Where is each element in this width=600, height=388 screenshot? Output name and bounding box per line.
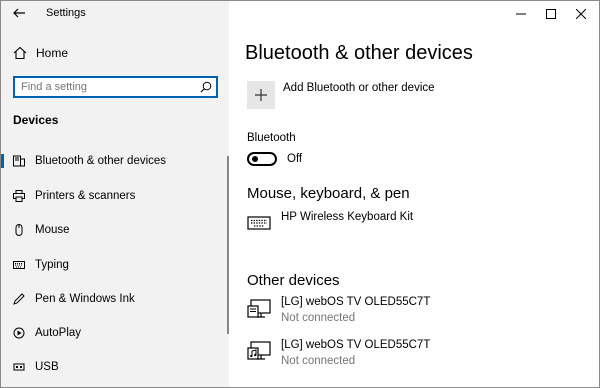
bluetooth-state: Off [287, 153, 303, 165]
keyboard-icon [247, 216, 271, 230]
sidebar-item-label: AutoPlay [35, 327, 82, 339]
maximize-icon [546, 9, 556, 19]
search-placeholder: Find a setting [21, 81, 88, 93]
other-devices-heading: Other devices [247, 272, 340, 289]
autoplay-icon [13, 327, 25, 339]
bluetooth-devices-icon [13, 155, 25, 167]
minimize-button[interactable] [506, 1, 536, 27]
toggle-knob [252, 156, 258, 162]
device-status: Not connected [281, 355, 356, 367]
settings-window: Settings Home Find a setting Devices Blu… [0, 0, 600, 388]
home-nav[interactable]: Home [13, 45, 68, 61]
bluetooth-label: Bluetooth [247, 132, 296, 144]
home-label: Home [36, 46, 69, 60]
printer-icon [13, 190, 25, 202]
pen-icon [13, 293, 25, 305]
minimize-icon [516, 13, 526, 15]
usb-icon [13, 361, 25, 373]
add-device-label[interactable]: Add Bluetooth or other device [283, 82, 435, 94]
device-name[interactable]: HP Wireless Keyboard Kit [281, 211, 413, 223]
search-icon[interactable] [200, 81, 212, 93]
maximize-button[interactable] [536, 1, 566, 27]
plus-icon [255, 89, 267, 101]
keyboard-icon [13, 259, 25, 271]
close-button[interactable] [566, 1, 596, 27]
tv-display-icon [247, 299, 271, 318]
window-title: Settings [46, 7, 86, 19]
search-input[interactable]: Find a setting [13, 76, 218, 98]
sidebar-item-label: Typing [35, 259, 69, 271]
sidebar-item-typing[interactable]: Typing [1, 253, 229, 277]
bluetooth-toggle[interactable] [247, 152, 277, 166]
sidebar-item-pen[interactable]: Pen & Windows Ink [1, 287, 229, 311]
sidebar-item-label: Bluetooth & other devices [35, 155, 167, 167]
sidebar-item-printers[interactable]: Printers & scanners [1, 184, 229, 208]
sidebar-item-label: Printers & scanners [35, 190, 136, 202]
device-name[interactable]: [LG] webOS TV OLED55C7T [281, 339, 430, 351]
sidebar-item-autoplay[interactable]: AutoPlay [1, 321, 229, 345]
device-name[interactable]: [LG] webOS TV OLED55C7T [281, 296, 430, 308]
sidebar-item-usb[interactable]: USB [1, 355, 229, 379]
device-status: Not connected [281, 312, 356, 324]
sidebar-scrollbar[interactable] [227, 156, 229, 334]
tv-media-icon [247, 341, 271, 360]
add-device-button[interactable] [247, 81, 275, 109]
sidebar-item-label: Pen & Windows Ink [35, 293, 135, 305]
sidebar-item-mouse[interactable]: Mouse [1, 218, 229, 242]
close-icon [576, 9, 586, 19]
home-icon [13, 46, 27, 60]
mouse-keyboard-pen-heading: Mouse, keyboard, & pen [247, 185, 410, 202]
sidebar-item-label: USB [35, 361, 59, 373]
sidebar-item-bluetooth[interactable]: Bluetooth & other devices [1, 149, 229, 173]
title-bar: Settings [1, 1, 599, 27]
back-arrow-icon[interactable] [12, 6, 26, 20]
sidebar-section-title: Devices [13, 113, 59, 127]
mouse-icon [13, 224, 25, 236]
page-title: Bluetooth & other devices [245, 42, 473, 64]
sidebar-item-label: Mouse [35, 224, 70, 236]
selection-indicator [1, 154, 4, 168]
